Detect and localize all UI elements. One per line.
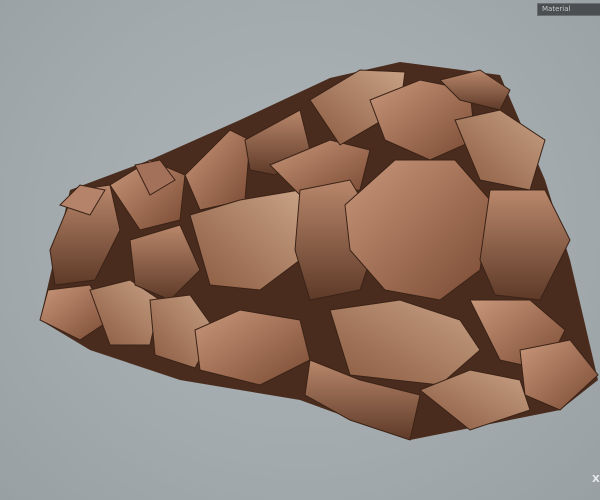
- 3d-viewport[interactable]: Material X: [0, 0, 600, 500]
- material-dropdown[interactable]: Material: [537, 3, 600, 16]
- axis-gizmo-x: X: [592, 474, 600, 485]
- rock-wall-model[interactable]: [0, 0, 600, 500]
